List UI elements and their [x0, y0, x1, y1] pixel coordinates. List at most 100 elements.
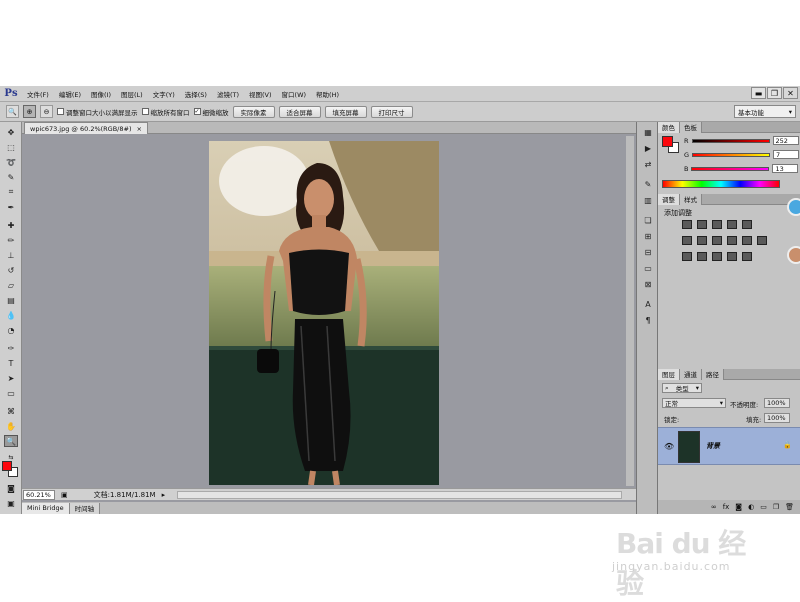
color-balance-icon[interactable]: [697, 236, 707, 245]
color-lookup-icon[interactable]: [757, 236, 767, 245]
layer-filter-select[interactable]: ⌕ 类型 ▾: [662, 383, 702, 393]
brush-panel-icon[interactable]: ✎: [641, 178, 655, 190]
scrubby-zoom-checkbox[interactable]: ✓ 细微缩放: [193, 107, 229, 117]
avatar[interactable]: [787, 198, 800, 216]
blue-value-input[interactable]: 13: [772, 164, 799, 173]
invert-icon[interactable]: [682, 252, 692, 261]
channel-mixer-icon[interactable]: [742, 236, 752, 245]
green-value-input[interactable]: 7: [773, 150, 800, 159]
history-brush-tool-icon[interactable]: ↺: [4, 264, 18, 276]
blue-slider[interactable]: [691, 166, 770, 171]
red-slider[interactable]: [691, 138, 770, 143]
tab-paths[interactable]: 路径: [702, 368, 724, 380]
zoom-tool-icon[interactable]: 🔍: [4, 435, 18, 447]
blend-mode-select[interactable]: 正常 ▾: [662, 398, 726, 408]
color-fg-swatch[interactable]: [662, 136, 673, 147]
vibrance-icon[interactable]: [742, 220, 752, 229]
eyedropper-tool-icon[interactable]: ✒: [4, 201, 18, 213]
styles-panel-icon[interactable]: ⊠: [641, 278, 655, 290]
opacity-input[interactable]: 100%: [764, 398, 790, 408]
fit-screen-button[interactable]: 适合屏幕: [278, 105, 321, 118]
tab-timeline[interactable]: 时间轴: [69, 502, 101, 514]
screen-mode-icon[interactable]: ▣: [4, 497, 18, 509]
info-panel-icon[interactable]: ⇄: [641, 158, 655, 170]
status-export-icon[interactable]: ▣: [61, 491, 68, 499]
menu-view[interactable]: 视图(V): [244, 89, 277, 99]
canvas-image[interactable]: [209, 141, 439, 485]
move-tool-icon[interactable]: ✥: [4, 126, 18, 138]
zoom-out-icon[interactable]: ⊖: [40, 105, 53, 118]
lasso-tool-icon[interactable]: ➰: [4, 156, 18, 168]
tab-adjustments[interactable]: 调整: [658, 193, 680, 205]
properties-panel-icon[interactable]: ▶: [641, 142, 655, 154]
notes-panel-icon[interactable]: ⊟: [641, 246, 655, 258]
fill-input[interactable]: 100%: [764, 413, 790, 423]
brightness-icon[interactable]: [682, 220, 692, 229]
threshold-icon[interactable]: [712, 252, 722, 261]
black-white-icon[interactable]: [712, 236, 722, 245]
crop-tool-icon[interactable]: ⌗: [4, 186, 18, 198]
menu-type[interactable]: 文字(Y): [148, 89, 180, 99]
fill-screen-button[interactable]: 填充屏幕: [324, 105, 367, 118]
workspace-select[interactable]: 基本功能 ▾: [734, 105, 796, 118]
zoom-in-icon[interactable]: ⊕: [23, 105, 36, 118]
tab-color[interactable]: 颜色: [658, 121, 680, 133]
zoom-all-windows-checkbox[interactable]: 缩放所有窗口: [141, 107, 190, 117]
color-spectrum-bar[interactable]: [662, 180, 780, 188]
actual-pixels-button[interactable]: 实际像素: [232, 105, 275, 118]
gradient-map-icon[interactable]: [727, 252, 737, 261]
menu-image[interactable]: 图像(I): [86, 89, 116, 99]
delete-layer-icon[interactable]: 🗑: [785, 503, 794, 511]
quick-mask-icon[interactable]: ◙: [4, 482, 18, 494]
character-panel-icon[interactable]: A: [641, 298, 655, 310]
hue-saturation-icon[interactable]: [682, 236, 692, 245]
selective-color-icon[interactable]: [742, 252, 752, 261]
3d-tool-icon[interactable]: ⌘: [4, 405, 18, 417]
menu-edit[interactable]: 编辑(E): [54, 89, 86, 99]
new-adjustment-icon[interactable]: ◐: [748, 503, 754, 511]
zoom-tool-preset-icon[interactable]: 🔍: [6, 105, 19, 118]
hand-tool-icon[interactable]: ✋: [4, 420, 18, 432]
tab-swatches[interactable]: 色板: [680, 121, 702, 133]
zoom-level-field[interactable]: 60.21%: [23, 489, 55, 500]
healing-tool-icon[interactable]: ✚: [4, 219, 18, 231]
type-tool-icon[interactable]: T: [4, 357, 18, 369]
menu-filter[interactable]: 滤镜(T): [212, 89, 244, 99]
menu-window[interactable]: 窗口(W): [277, 89, 312, 99]
photo-filter-icon[interactable]: [727, 236, 737, 245]
shape-tool-icon[interactable]: ▭: [4, 387, 18, 399]
menu-file[interactable]: 文件(F): [22, 89, 54, 99]
eraser-tool-icon[interactable]: ▱: [4, 279, 18, 291]
paragraph-mark-icon[interactable]: ¶: [641, 314, 655, 326]
resize-windows-checkbox[interactable]: 调整窗口大小以满屏显示: [57, 107, 138, 117]
fx-icon[interactable]: fx: [723, 503, 730, 511]
brush-tool-icon[interactable]: ✏: [4, 234, 18, 246]
history-panel-icon[interactable]: ▦: [641, 126, 655, 138]
foreground-color-swatch[interactable]: [2, 461, 12, 471]
pen-tool-icon[interactable]: ✑: [4, 342, 18, 354]
avatar[interactable]: [787, 246, 800, 264]
horizontal-scrollbar[interactable]: [177, 491, 622, 499]
clone-source-panel-icon[interactable]: ▥: [641, 194, 655, 206]
marquee-tool-icon[interactable]: ⬚: [4, 141, 18, 153]
gradient-tool-icon[interactable]: ▤: [4, 294, 18, 306]
tab-mini-bridge[interactable]: Mini Bridge: [22, 502, 70, 514]
restore-button[interactable]: ❐: [767, 87, 782, 99]
minimize-button[interactable]: ▬: [751, 87, 766, 99]
link-layers-icon[interactable]: ∞: [711, 503, 717, 511]
status-menu-arrow-icon[interactable]: ▸: [162, 491, 166, 499]
tab-layers[interactable]: 图层: [658, 368, 680, 380]
menu-layer[interactable]: 图层(L): [116, 89, 148, 99]
tab-styles[interactable]: 样式: [680, 193, 702, 205]
vertical-scrollbar[interactable]: [626, 136, 634, 486]
exposure-icon[interactable]: [727, 220, 737, 229]
green-slider[interactable]: [692, 152, 771, 157]
dodge-tool-icon[interactable]: ◔: [4, 324, 18, 336]
print-size-button[interactable]: 打印尺寸: [370, 105, 413, 118]
curves-icon[interactable]: [712, 220, 722, 229]
document-tab[interactable]: wpic673.jpg @ 60.2%(RGB/8#) ×: [24, 122, 148, 134]
new-group-icon[interactable]: ▭: [760, 503, 767, 511]
close-button[interactable]: ✕: [783, 87, 798, 99]
timeline-panel-icon[interactable]: ▭: [641, 262, 655, 274]
actions-panel-icon[interactable]: ⊞: [641, 230, 655, 242]
